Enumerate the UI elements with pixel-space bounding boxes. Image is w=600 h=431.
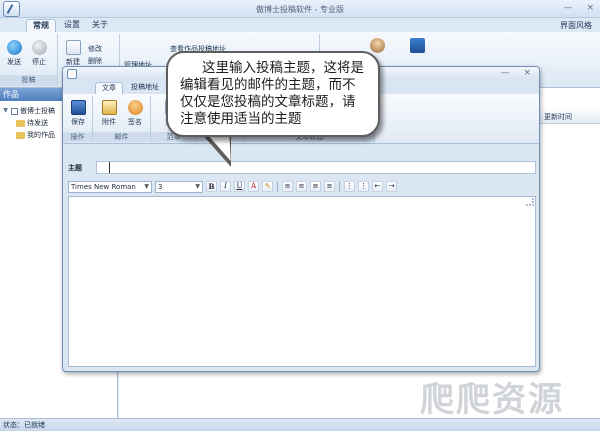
window-controls: — ×: [563, 3, 594, 13]
ordered-list-button[interactable]: ⋮: [344, 181, 355, 192]
tab-about[interactable]: 关于: [86, 19, 114, 32]
dialog-group-mail: 附件 签名 邮件: [93, 96, 151, 142]
tab-article[interactable]: 文章: [95, 82, 123, 94]
dialog-close-button[interactable]: ×: [523, 68, 531, 78]
dialog-minimize-button[interactable]: —: [500, 68, 509, 78]
indent-button[interactable]: ⇥: [386, 181, 397, 192]
subject-row: 主题: [68, 161, 536, 175]
underline-button[interactable]: U: [234, 181, 245, 192]
folder-icon: [16, 119, 25, 127]
align-left-button[interactable]: ≡: [282, 181, 293, 192]
toolbar-divider: [339, 181, 340, 192]
tab-submit-address[interactable]: 投稿地址: [125, 82, 165, 94]
dialog-controls: — ×: [500, 68, 531, 78]
group-label-operation: 操作: [63, 132, 92, 142]
callout-text: 这里输入投稿主题，这将是编辑看见的邮件的主题，而不仅仅是您投稿的文章标题，请注意…: [180, 60, 364, 127]
modify-button[interactable]: 修改: [88, 44, 102, 54]
minimize-button[interactable]: —: [563, 3, 572, 13]
send-button[interactable]: 发送: [3, 40, 25, 67]
italic-button[interactable]: I: [220, 181, 231, 192]
toolbar-divider: [277, 181, 278, 192]
outdent-button[interactable]: ⇤: [372, 181, 383, 192]
tutorial-callout: 这里输入投稿主题，这将是编辑看见的邮件的主题，而不仅仅是您投稿的文章标题，请注意…: [166, 51, 380, 137]
stop-button[interactable]: 停止: [28, 40, 50, 67]
main-titlebar: 傲博士投稿软件 - 专业版 — ×: [0, 0, 600, 18]
close-button[interactable]: ×: [586, 3, 594, 13]
ribbon-group-label: 投稿: [0, 75, 57, 86]
user-icon: [369, 38, 385, 53]
home-button[interactable]: [406, 38, 428, 55]
column-update-time[interactable]: 更新时间: [544, 112, 572, 122]
new-button[interactable]: 新建: [62, 40, 84, 67]
ribbon-tabbar: 常规 设置 关于 界面风格: [0, 18, 600, 32]
font-family-select[interactable]: Times New Roman ▼: [68, 180, 152, 193]
checkbox-icon[interactable]: [11, 107, 18, 115]
align-right-button[interactable]: ≡: [310, 181, 321, 192]
align-center-button[interactable]: ≡: [296, 181, 307, 192]
text-cursor-icon: [109, 162, 110, 173]
dropdown-arrow-icon: ▼: [195, 182, 200, 190]
tab-settings[interactable]: 设置: [58, 19, 86, 32]
expand-toggle-icon[interactable]: ▼: [2, 105, 9, 117]
new-document-icon: [65, 40, 81, 55]
signature-button[interactable]: 签名: [124, 100, 146, 127]
stop-icon: [31, 40, 47, 55]
home-icon: [409, 38, 425, 53]
dialog-logo-icon: [67, 69, 77, 79]
article-body-editor[interactable]: [68, 196, 536, 367]
skin-menu[interactable]: 界面风格: [560, 20, 592, 31]
unordered-list-button[interactable]: ⋮: [358, 181, 369, 192]
save-button[interactable]: 保存: [67, 100, 89, 127]
window-title: 傲博士投稿软件 - 专业版: [256, 5, 344, 14]
ribbon-group-submit: 发送 停止 投稿: [0, 34, 58, 86]
tab-general[interactable]: 常规: [26, 19, 56, 32]
save-icon: [70, 100, 86, 115]
justify-button[interactable]: ≡: [324, 181, 335, 192]
dialog-group-operation: 保存 操作: [63, 96, 93, 142]
resize-grip-icon[interactable]: [526, 198, 534, 206]
font-color-button[interactable]: A: [248, 181, 259, 192]
send-icon: [6, 40, 22, 55]
subject-label: 主题: [68, 164, 82, 172]
attachment-icon: [101, 100, 117, 115]
format-toolbar: Times New Roman ▼ 3 ▼ B I U A ✎ ≡ ≡ ≡ ≡ ⋮ …: [68, 180, 536, 193]
bold-button[interactable]: B: [206, 181, 217, 192]
watermark-logo: 爬爬资源: [420, 380, 564, 420]
subject-input[interactable]: [96, 161, 536, 174]
highlight-button[interactable]: ✎: [262, 181, 273, 192]
font-size-select[interactable]: 3 ▼: [155, 180, 203, 193]
signature-icon: [127, 100, 143, 115]
folder-icon: [16, 131, 25, 139]
dropdown-arrow-icon: ▼: [144, 182, 149, 190]
attach-button[interactable]: 附件: [98, 100, 120, 127]
group-label-mail: 邮件: [93, 132, 150, 142]
delete-button[interactable]: 删除: [88, 56, 102, 66]
